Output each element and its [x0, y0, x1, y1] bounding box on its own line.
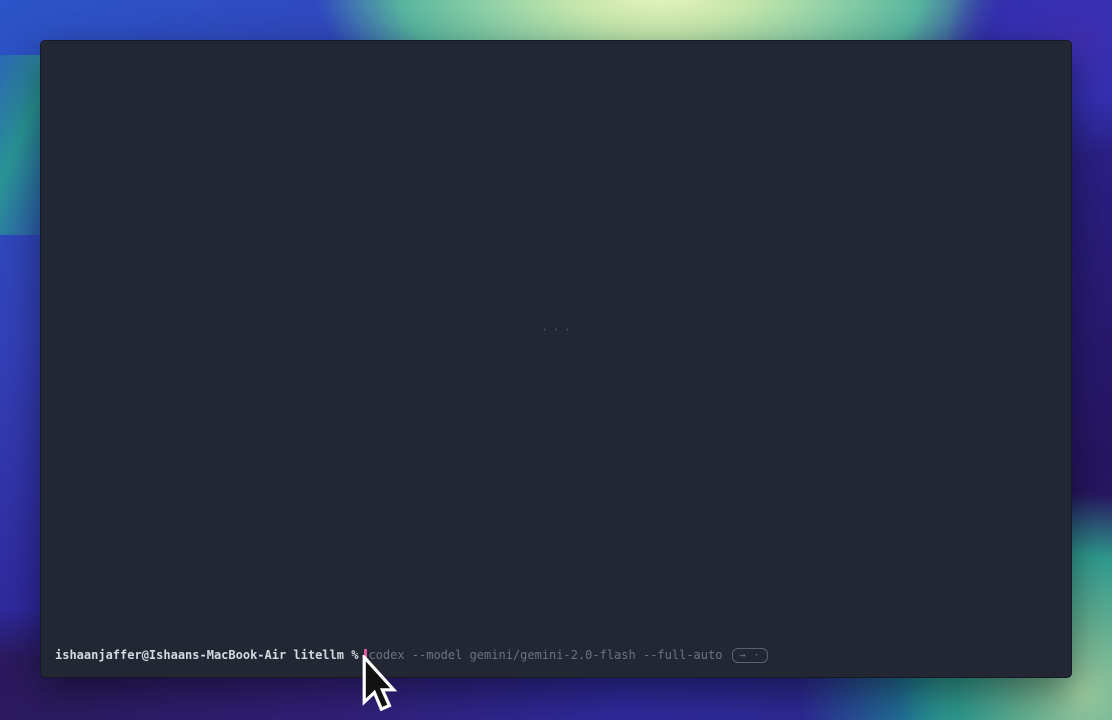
- autosuggestion-text: codex --model gemini/gemini-2.0-flash --…: [368, 647, 722, 664]
- text-cursor-caret: [364, 649, 367, 663]
- terminal-window[interactable]: ··· ishaanjaffer@Ishaans-MacBook-Air lit…: [40, 40, 1072, 678]
- shell-prompt: ishaanjaffer@Ishaans-MacBook-Air litellm…: [55, 647, 358, 664]
- desktop: { "terminal": { "prompt_text": "ishaanja…: [0, 0, 1112, 720]
- terminal-loading-ellipsis: ···: [541, 323, 575, 337]
- terminal-prompt-line[interactable]: ishaanjaffer@Ishaans-MacBook-Air litellm…: [55, 647, 1061, 664]
- tab-hint-badge: → ·: [732, 648, 767, 663]
